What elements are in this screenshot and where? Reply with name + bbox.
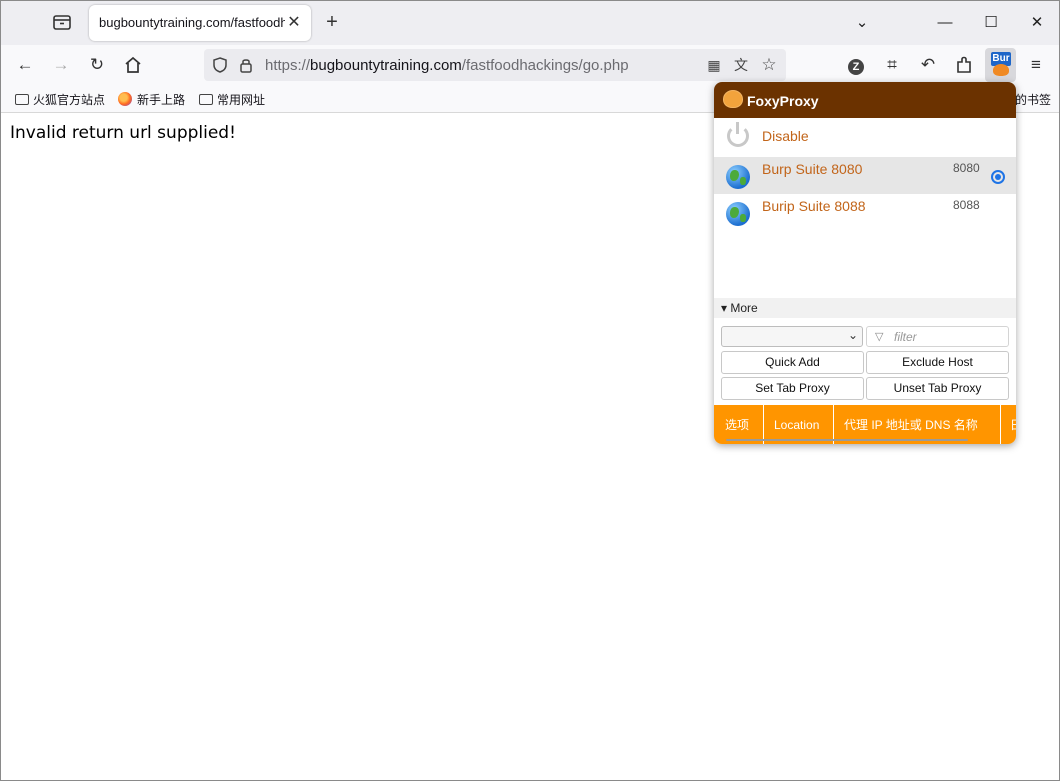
home-icon[interactable] <box>121 53 145 77</box>
chevron-down-icon: ⌄ <box>847 328 858 342</box>
minimize-icon[interactable]: — <box>933 11 957 35</box>
menu-icon[interactable]: ≡ <box>1024 53 1048 77</box>
bookmark-item[interactable]: 新手上路 <box>118 91 185 109</box>
tab-list-icon[interactable] <box>51 11 73 33</box>
foxyproxy-popup: FoxyProxy Disable Burp Suite 8080 8080 B… <box>714 82 1016 444</box>
folder-icon <box>199 94 213 105</box>
container-select[interactable]: ⌄ <box>721 326 863 347</box>
filter-icon: ▽ <box>875 331 884 343</box>
undo-icon[interactable]: ↶ <box>916 53 940 77</box>
url-host: bugbountytraining.com <box>310 57 462 74</box>
proxy-port: 8080 <box>953 161 980 175</box>
url-path: /fastfoodhackings/go.php <box>461 57 629 74</box>
foxyproxy-extension-button[interactable]: Bur <box>985 48 1016 82</box>
address-bar[interactable]: https://bugbountytraining.com/fastfoodha… <box>204 49 786 81</box>
folder-icon <box>15 94 29 105</box>
set-tab-proxy-button[interactable]: Set Tab Proxy <box>721 377 864 400</box>
close-window-icon[interactable]: ✕ <box>1025 11 1049 35</box>
power-icon <box>727 122 749 147</box>
qr-code-icon[interactable]: ▦ <box>704 55 724 75</box>
zotero-icon[interactable]: Z <box>844 53 868 77</box>
reload-icon[interactable]: ↻ <box>85 53 109 77</box>
tabs-scrollbar[interactable] <box>726 439 968 441</box>
lock-icon[interactable] <box>236 55 256 75</box>
bookmark-item[interactable]: 火狐官方站点 <box>15 91 105 109</box>
browser-tab[interactable]: bugbountytraining.com/fastfoodhackings/g… <box>89 5 311 41</box>
globe-icon <box>726 165 750 189</box>
url-scheme: https:// <box>265 57 311 74</box>
disable-label: Disable <box>762 128 809 144</box>
quick-add-button[interactable]: Quick Add <box>721 351 864 374</box>
error-message: Invalid return url supplied! <box>10 123 236 143</box>
navigation-bar: ← → ↻ https://bugbountytraining.com/fast… <box>1 45 1059 85</box>
crop-icon[interactable]: ⌗ <box>880 53 904 77</box>
bookmark-label: 常用网址 <box>217 93 266 107</box>
bookmark-item[interactable]: 常用网址 <box>199 91 265 109</box>
extensions-icon[interactable] <box>952 53 976 77</box>
close-tab-icon[interactable]: ✕ <box>285 14 303 32</box>
forward-icon[interactable]: → <box>49 53 73 77</box>
popup-title: FoxyProxy <box>747 93 819 109</box>
firefox-icon <box>118 92 132 106</box>
proxy-item[interactable]: Burp Suite 8080 8080 <box>714 157 1016 194</box>
disable-option[interactable]: Disable <box>714 118 1016 156</box>
bookmark-star-icon[interactable]: ☆ <box>759 55 779 75</box>
foxyproxy-logo-icon <box>723 90 743 108</box>
browser-window: bugbountytraining.com/fastfoodhackings/g… <box>0 0 1060 781</box>
other-bookmarks[interactable]: 的书签 <box>1015 91 1051 108</box>
tab-title: bugbountytraining.com/fastfoodhackings/g… <box>99 15 285 30</box>
new-tab-icon[interactable]: + <box>322 12 342 32</box>
proxy-port: 8088 <box>953 198 980 212</box>
exclude-host-button[interactable]: Exclude Host <box>866 351 1009 374</box>
proxy-item[interactable]: Burip Suite 8088 8088 <box>714 194 1016 231</box>
proxy-name: Burip Suite 8088 <box>762 198 866 214</box>
url-text[interactable]: https://bugbountytraining.com/fastfoodha… <box>265 57 629 74</box>
tab-strip: bugbountytraining.com/fastfoodhackings/g… <box>1 1 1059 45</box>
shield-icon[interactable] <box>210 55 230 75</box>
filter-input[interactable]: ▽ filter <box>866 326 1009 347</box>
tab-more[interactable]: 日 <box>1001 405 1016 444</box>
fox-icon <box>993 64 1009 76</box>
bookmark-label: 火狐官方站点 <box>33 93 106 107</box>
globe-icon <box>726 202 750 226</box>
popup-header: FoxyProxy <box>714 82 1016 118</box>
filter-placeholder: filter <box>894 330 917 344</box>
list-all-tabs-icon[interactable]: ⌄ <box>850 11 874 35</box>
more-toggle[interactable]: ▾ More <box>714 298 1016 318</box>
selected-radio[interactable] <box>991 170 1005 184</box>
maximize-icon[interactable]: ☐ <box>979 11 1003 35</box>
proxy-name: Burp Suite 8080 <box>762 161 863 177</box>
back-icon[interactable]: ← <box>13 53 37 77</box>
unset-tab-proxy-button[interactable]: Unset Tab Proxy <box>866 377 1009 400</box>
bookmark-label: 新手上路 <box>137 93 186 107</box>
translate-icon[interactable]: 文 <box>731 55 751 75</box>
popup-tabs: 选项 Location 代理 IP 地址或 DNS 名称 日 <box>714 405 1016 444</box>
